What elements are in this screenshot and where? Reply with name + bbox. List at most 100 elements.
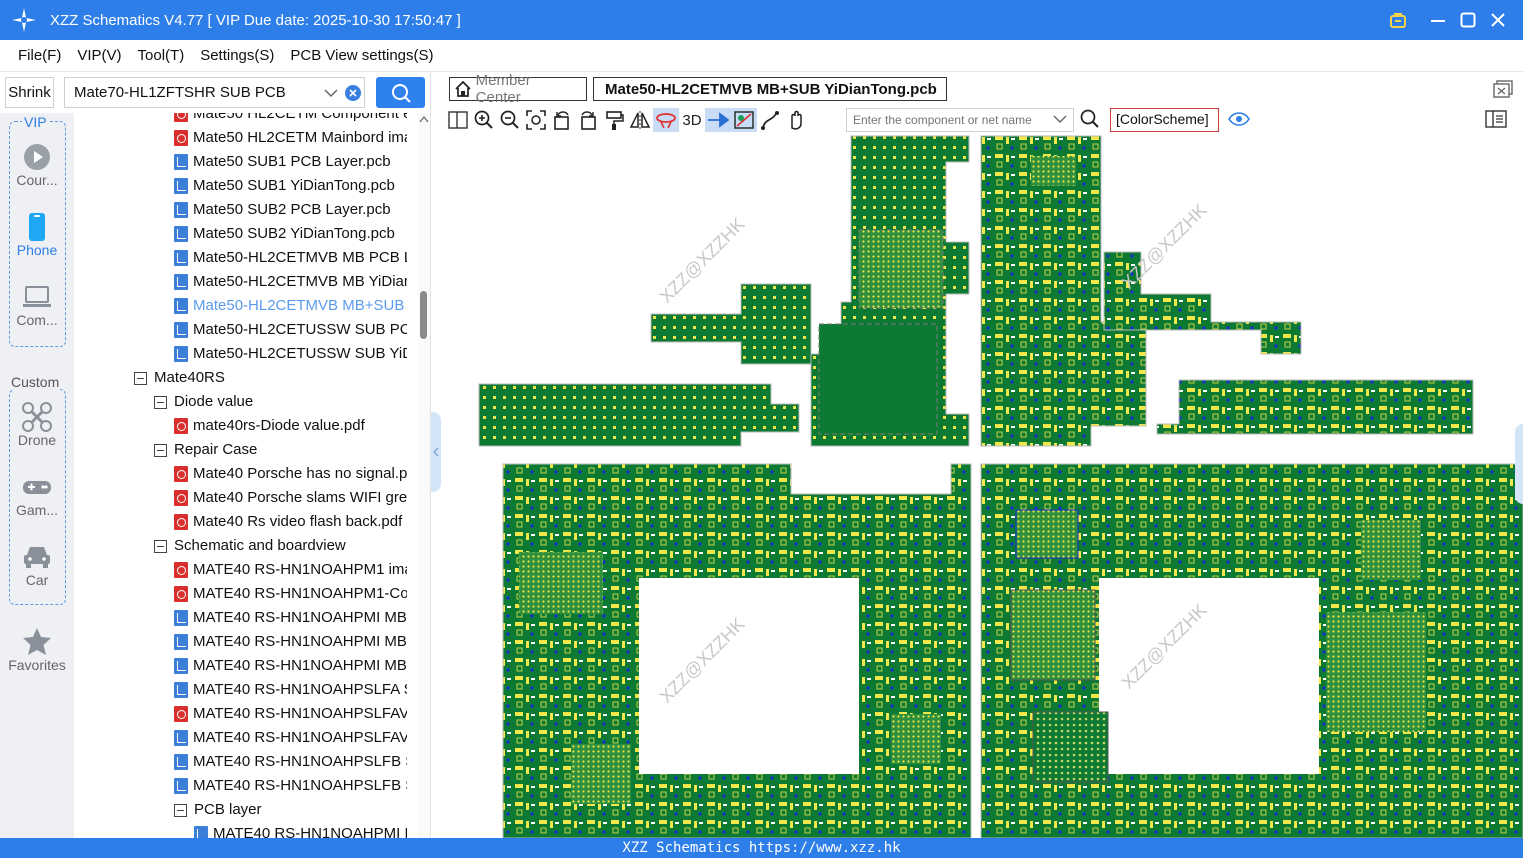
paint-icon[interactable] xyxy=(601,108,627,132)
close-tabs-icon[interactable] xyxy=(1493,80,1513,102)
panel-splitter[interactable] xyxy=(430,72,441,838)
collapse-icon[interactable] xyxy=(154,539,167,553)
tree-folder[interactable]: Diode value xyxy=(154,390,407,414)
highlight-icon[interactable] xyxy=(731,108,757,132)
pcb-board-main-left[interactable] xyxy=(502,463,972,838)
menu-settings[interactable]: Settings(S) xyxy=(200,47,274,64)
flip-icon[interactable] xyxy=(627,108,653,132)
zoom-in-icon[interactable] xyxy=(471,108,497,132)
tree-file[interactable]: MATE40 RS-HN1NOAHPMI MB xyxy=(174,654,407,678)
hand-icon[interactable] xyxy=(783,108,809,132)
nav-drone[interactable]: Drone xyxy=(0,402,74,448)
shrink-button[interactable]: Shrink xyxy=(5,77,54,108)
tree-file[interactable]: Mate40 Porsche has no signal.p xyxy=(174,462,407,486)
scroll-thumb[interactable] xyxy=(420,291,427,339)
tree-folder[interactable]: Repair Case xyxy=(154,438,407,462)
custom-group-label: Custom xyxy=(10,374,61,390)
tree-file[interactable]: Mate40 Porsche slams WIFI grey xyxy=(174,486,407,510)
tree-file[interactable]: MATE40 RS-HN1NOAHPMI MB xyxy=(174,630,407,654)
side-panel-icon[interactable] xyxy=(1485,109,1507,133)
tree-file[interactable]: Mate50 SUB2 PCB Layer.pcb xyxy=(174,198,407,222)
menu-pcb-view-settings[interactable]: PCB View settings(S) xyxy=(290,47,433,64)
tree-file[interactable]: Mate50-HL2CETMVB MB YiDianTo xyxy=(174,270,407,294)
probe-icon[interactable] xyxy=(653,108,679,132)
tree-file[interactable]: Mate50 HL2CETM Component exp xyxy=(174,113,407,126)
collapse-icon[interactable] xyxy=(154,443,167,457)
clear-icon[interactable] xyxy=(345,85,361,101)
tab-member-center[interactable]: Member Center xyxy=(449,72,587,106)
nav-game[interactable]: Gam... xyxy=(0,472,74,518)
zoom-out-icon[interactable] xyxy=(497,108,523,132)
tree-file[interactable]: Mate50-HL2CETUSSW SUB PCB Lay xyxy=(174,318,407,342)
nav-car[interactable]: Car xyxy=(0,542,74,588)
search-button[interactable] xyxy=(376,77,425,108)
pcb-board-sub2[interactable] xyxy=(980,135,1474,447)
tree-scrollbar[interactable] xyxy=(418,113,430,838)
minimize-button[interactable] xyxy=(1426,8,1450,32)
color-scheme-button[interactable]: [ColorScheme] xyxy=(1110,108,1219,132)
3d-toggle[interactable]: 3D xyxy=(679,108,705,132)
chevron-down-icon[interactable] xyxy=(323,86,339,100)
collapse-icon[interactable] xyxy=(154,395,167,409)
menu-tool[interactable]: Tool(T) xyxy=(138,47,185,64)
pcb-file-icon xyxy=(174,202,188,218)
tree-file[interactable]: Mate50 SUB1 PCB Layer.pcb xyxy=(174,150,407,174)
menu-vip[interactable]: VIP(V) xyxy=(77,47,121,64)
eye-icon[interactable] xyxy=(1228,109,1250,133)
rotate-right-icon[interactable] xyxy=(575,108,601,132)
tree-file[interactable]: MATE40 RS-HN1NOAHPSLFB SI xyxy=(174,774,407,798)
tree-file[interactable]: MATE40 RS-HN1NOAHPMI MB xyxy=(174,606,407,630)
tree-file[interactable]: MATE40 RS-HN1NOAHPM1-Co xyxy=(174,582,407,606)
pcb-canvas[interactable]: XZZ@XZZHK XZZ@XZZHK XZZ@XZZHK XZZ@XZZHK xyxy=(441,134,1523,838)
close-button[interactable] xyxy=(1486,8,1510,32)
component-search-input[interactable] xyxy=(846,108,1074,132)
scroll-up-icon[interactable] xyxy=(419,115,429,123)
pcb-file-icon xyxy=(174,178,188,194)
nav-favorites[interactable]: Favorites xyxy=(0,627,74,673)
tree-file[interactable]: MATE40 RS-HN1NOAHPSLFB SI xyxy=(174,750,407,774)
pcb-board-main-right[interactable] xyxy=(980,463,1523,838)
tree-item-label: MATE40 RS-HN1NOAHPMI MB xyxy=(193,633,407,650)
tree-file[interactable]: mate40rs-Diode value.pdf xyxy=(174,414,407,438)
vip-bag-icon[interactable] xyxy=(1386,8,1410,32)
tree-item-label: MATE40 RS-HN1NOAHPM1-Co xyxy=(193,585,407,602)
fit-icon[interactable] xyxy=(523,108,549,132)
tree-file[interactable]: Mate50-HL2CETUSSW SUB YiDianT xyxy=(174,342,407,366)
tree-file[interactable]: Mate40 Rs video flash back.pdf xyxy=(174,510,407,534)
nav-courses[interactable]: Cour... xyxy=(0,142,74,188)
tree-item-label: MATE40 RS-HN1NOAHPSLFA SI xyxy=(193,681,407,698)
tree-file[interactable]: MATE40 RS-HN1NOAHPSLFAVE xyxy=(174,702,407,726)
pin-icon[interactable] xyxy=(705,108,731,132)
tree-folder[interactable]: Mate40RS xyxy=(134,366,407,390)
tree-file[interactable]: Mate50-HL2CETMVB MB+SUB YiD xyxy=(174,294,407,318)
search-dropdown-chevron-icon[interactable] xyxy=(1053,114,1067,124)
tree-file[interactable]: Mate50-HL2CETMVB MB PCB Laye xyxy=(174,246,407,270)
trace-icon[interactable] xyxy=(757,108,783,132)
maximize-button[interactable] xyxy=(1456,8,1480,32)
rotate-left-icon[interactable] xyxy=(549,108,575,132)
pcb-select-dropdown[interactable]: Mate70-HL1ZFTSHR SUB PCB xyxy=(64,77,365,108)
tree-file[interactable]: Mate50 HL2CETM Mainbord imag xyxy=(174,126,407,150)
pcb-board-view[interactable]: XZZ@XZZHK XZZ@XZZHK XZZ@XZZHK XZZ@XZZHK xyxy=(441,134,1523,838)
tree-file[interactable]: Mate50 SUB1 YiDianTong.pcb xyxy=(174,174,407,198)
tree-folder[interactable]: Schematic and boardview xyxy=(154,534,407,558)
right-collapse-handle[interactable] xyxy=(1515,424,1523,504)
pdf-file-icon xyxy=(174,418,188,434)
menu-file[interactable]: File(F) xyxy=(18,47,61,64)
tree-file[interactable]: Mate50 SUB2 YiDianTong.pcb xyxy=(174,222,407,246)
tree-file[interactable]: MATE40 RS-HN1NOAHPMI I xyxy=(194,822,407,838)
tree-file[interactable]: MATE40 RS-HN1NOAHPM1 ima xyxy=(174,558,407,582)
tree-file[interactable]: MATE40 RS-HN1NOAHPSLFA SI xyxy=(174,678,407,702)
nav-phone[interactable]: Phone xyxy=(0,212,74,258)
tree-folder[interactable]: PCB layer xyxy=(174,798,407,822)
collapse-icon[interactable] xyxy=(174,803,187,817)
collapse-handle[interactable] xyxy=(431,412,441,492)
tab-active-file[interactable]: Mate50-HL2CETMVB MB+SUB YiDianTong.pcb xyxy=(593,77,947,101)
panel-icon[interactable] xyxy=(445,108,471,132)
nav-computer[interactable]: Com... xyxy=(0,282,74,328)
collapse-icon[interactable] xyxy=(134,371,147,385)
tree-file[interactable]: MATE40 RS-HN1NOAHPSLFAVE xyxy=(174,726,407,750)
component-search-icon[interactable] xyxy=(1080,109,1100,133)
pcb-select-value: Mate70-HL1ZFTSHR SUB PCB xyxy=(74,84,286,101)
pcb-board-sub1[interactable] xyxy=(478,135,970,447)
